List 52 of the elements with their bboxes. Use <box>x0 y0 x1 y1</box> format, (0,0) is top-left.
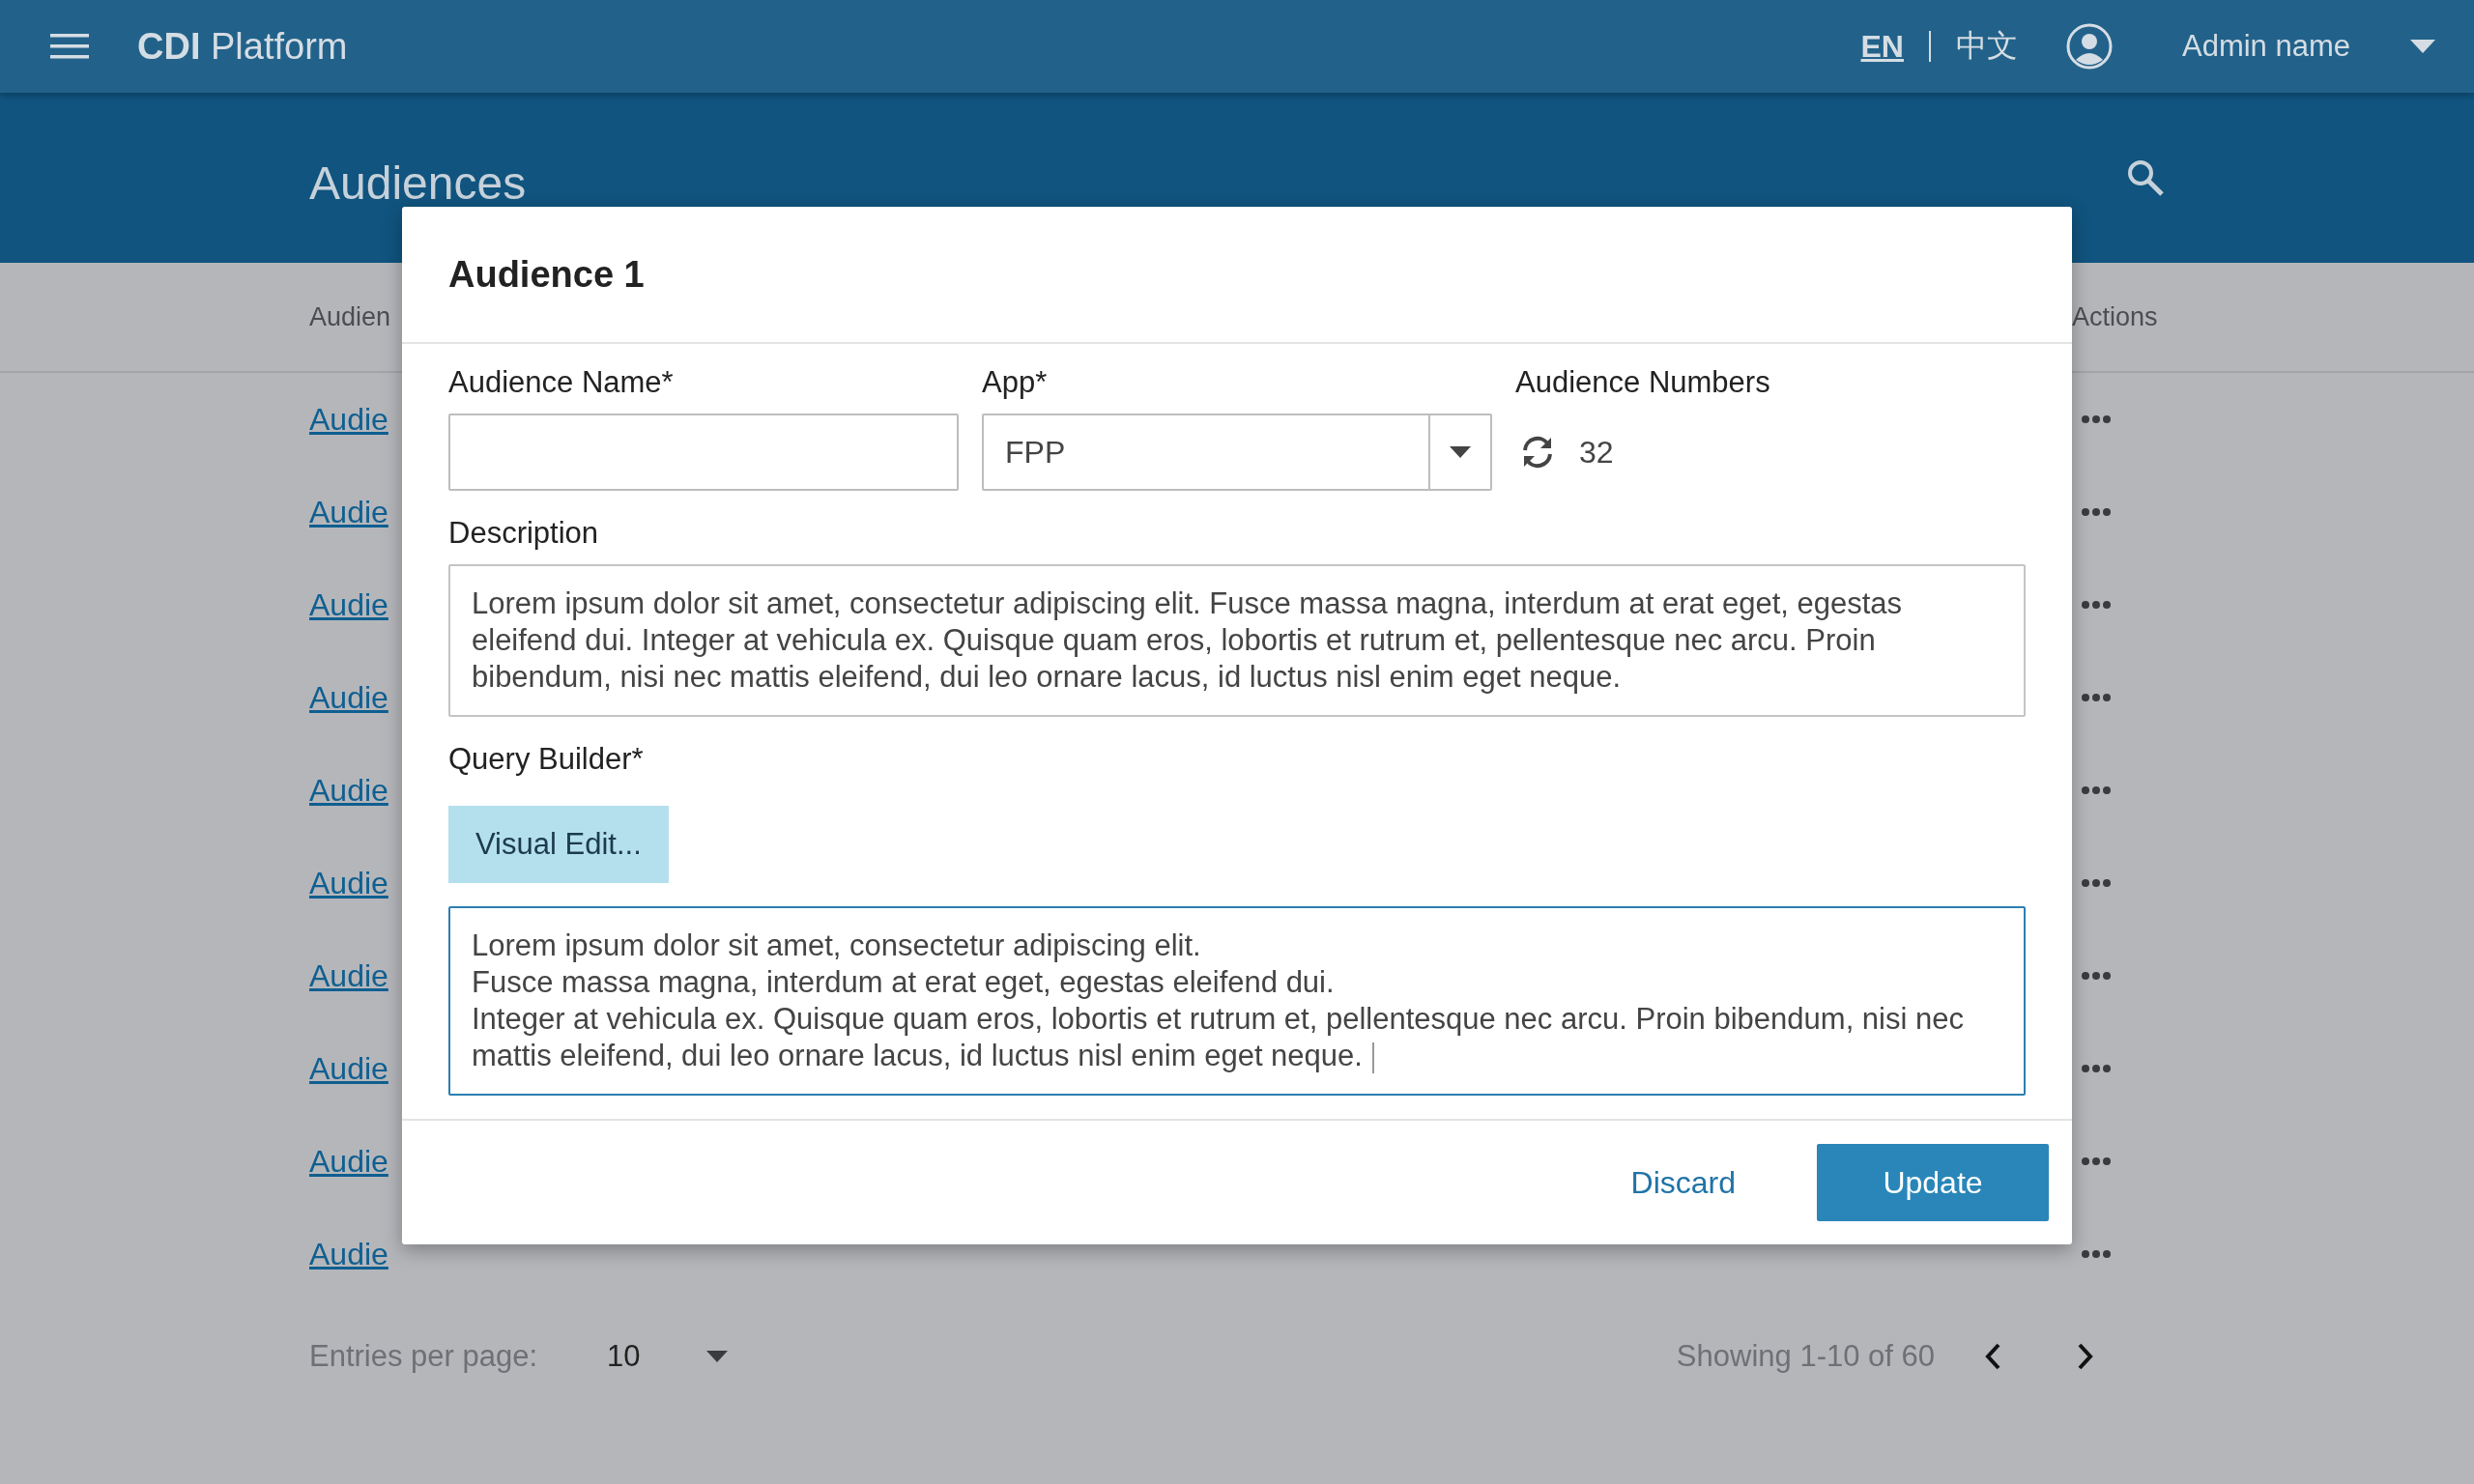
column-header: Actions <box>2072 301 2159 332</box>
field-label: Audience Numbers <box>1515 365 1771 400</box>
more-icon[interactable] <box>2082 972 2111 980</box>
page-title: Audiences <box>309 156 527 210</box>
pagination-summary: Showing 1-10 of 60 <box>1676 1339 1935 1374</box>
visual-edit-button[interactable]: Visual Edit... <box>448 806 669 883</box>
more-icon[interactable] <box>2082 508 2111 516</box>
audience-link[interactable]: Audie <box>309 772 388 809</box>
user-avatar-icon[interactable] <box>2065 23 2113 70</box>
more-icon[interactable] <box>2082 415 2111 423</box>
app-title: CDI Platform <box>137 25 348 68</box>
audience-count: 32 <box>1579 434 1614 471</box>
more-icon[interactable] <box>2082 786 2111 794</box>
audience-link[interactable]: Audie <box>309 586 388 623</box>
field-label: Audience Name* <box>448 365 675 400</box>
audience-link[interactable]: Audie <box>309 1050 388 1087</box>
entries-select[interactable]: 10 <box>607 1339 641 1374</box>
update-button[interactable]: Update <box>1817 1144 2049 1221</box>
app-select[interactable]: FPP <box>982 414 1492 491</box>
query-field[interactable]: Lorem ipsum dolor sit amet, consectetur adipiscing elit. Fusce massa magna, interdum at erat eget, egestas eleifend dui. Integer at vehicula ex. Quisque quam eros, lobortis et rutrum et, pellentesque nec arcu. Proin bibendum, nisi nec mattis eleifend, dui leo ornare lacus, id luctus nisl enim eget neque. <box>448 906 2026 1096</box>
previous-page-icon[interactable] <box>1983 1342 2002 1371</box>
more-icon[interactable] <box>2082 694 2111 701</box>
more-icon[interactable] <box>2082 1250 2111 1258</box>
menu-icon[interactable] <box>50 32 89 61</box>
caret-icon[interactable] <box>1450 446 1471 458</box>
more-icon[interactable] <box>2082 1065 2111 1072</box>
next-page-icon[interactable] <box>2076 1342 2095 1371</box>
audience-link[interactable]: Audie <box>309 1143 388 1180</box>
field-label: Query Builder* <box>448 742 645 777</box>
caret-icon[interactable] <box>2410 40 2435 53</box>
language-link[interactable]: 中文 <box>1949 25 2024 68</box>
dialog-title: Audience 1 <box>448 253 645 296</box>
audience-link[interactable]: Audie <box>309 494 388 530</box>
audience-link[interactable]: Audie <box>309 865 388 901</box>
description-field[interactable]: Lorem ipsum dolor sit amet, consectetur adipiscing elit. Fusce massa magna, interdum at erat eget, egestas eleifend dui. Integer at vehicula ex. Quisque quam eros, lobortis et rutrum et, pellentesque nec arcu. Proin bibendum, nisi nec mattis eleifend, dui leo ornare lacus, id luctus nisl enim eget neque. <box>448 564 2026 717</box>
user-name[interactable]: Admin name <box>2181 29 2350 64</box>
more-icon[interactable] <box>2082 601 2111 609</box>
audience-link[interactable]: Audie <box>309 1236 388 1272</box>
field-label: App* <box>982 365 1049 400</box>
discard-button[interactable]: Discard <box>1601 1144 1765 1221</box>
input-field[interactable] <box>448 414 959 491</box>
audience-link[interactable]: Audie <box>309 679 388 716</box>
search-icon[interactable] <box>2126 158 2165 197</box>
caret-icon[interactable] <box>705 1351 728 1362</box>
audience-link[interactable]: Audie <box>309 401 388 438</box>
more-icon[interactable] <box>2082 879 2111 887</box>
language-link[interactable]: EN <box>1855 28 1910 65</box>
audience-link[interactable]: Audie <box>309 957 388 994</box>
entries-label: Entries per page: <box>309 1339 538 1374</box>
field-label: Description <box>448 516 600 551</box>
more-icon[interactable] <box>2082 1157 2111 1165</box>
column-header: Audien <box>309 301 391 332</box>
